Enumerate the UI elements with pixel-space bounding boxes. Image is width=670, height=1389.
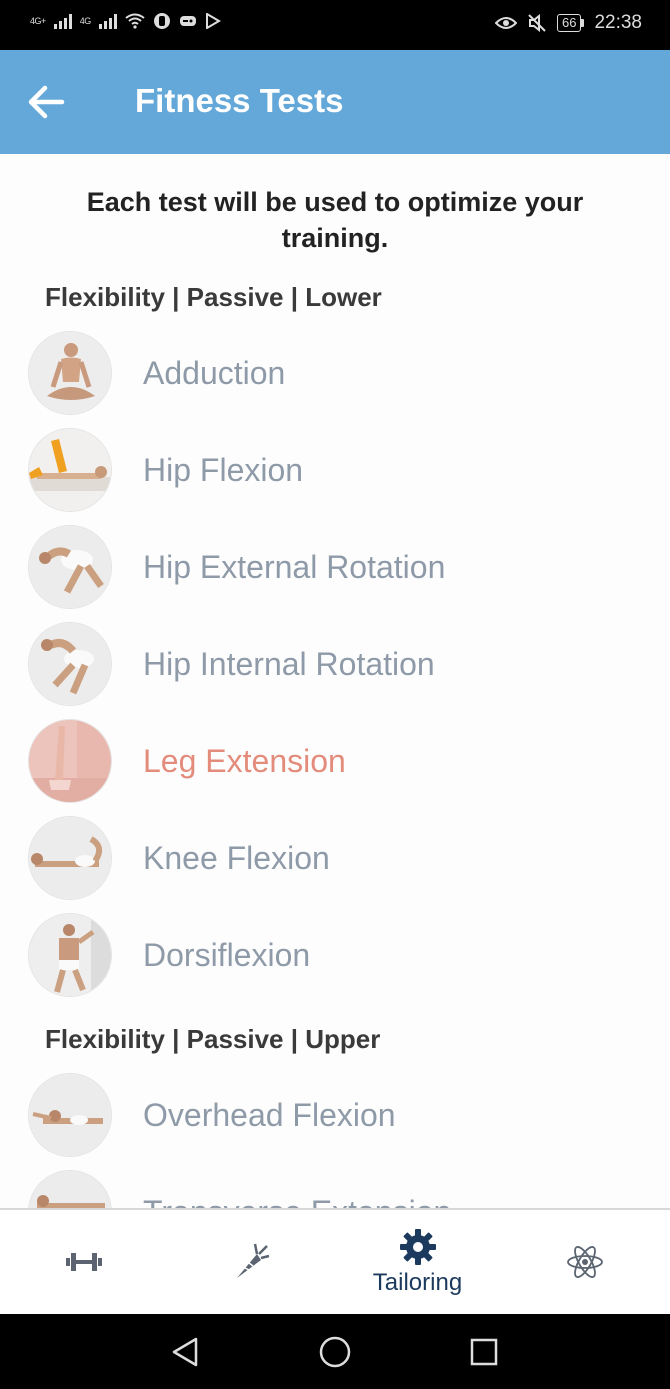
- mute-icon: [528, 14, 546, 32]
- exercise-thumbnail: [28, 913, 112, 997]
- square-recents-icon: [470, 1338, 498, 1366]
- bottom-navigation: Tailoring: [0, 1208, 670, 1314]
- network-type-2: 4G: [79, 16, 92, 26]
- test-label: Knee Flexion: [143, 839, 330, 876]
- wifi-icon: [125, 13, 145, 29]
- test-label: Leg Extension: [143, 742, 346, 779]
- page-title: Fitness Tests: [135, 82, 344, 119]
- signal-icon: [98, 13, 117, 29]
- test-label: Overhead Flexion: [143, 1096, 396, 1133]
- battery-icon: 66: [556, 14, 585, 32]
- section-title-upper: Flexibility | Passive | Upper: [45, 1024, 381, 1054]
- test-label: Dorsiflexion: [143, 936, 311, 973]
- play-store-icon: [205, 13, 221, 29]
- game-icon: [179, 16, 196, 26]
- test-label: Hip External Rotation: [143, 548, 446, 585]
- nav-label-tailoring: Tailoring: [372, 1269, 463, 1296]
- intro-text: Each test will be used to optimize your …: [86, 187, 584, 253]
- exercise-thumbnail: [28, 816, 112, 900]
- list-item-knee-flexion[interactable]: Knee Flexion: [28, 815, 648, 901]
- test-label: Transverse Extension: [143, 1194, 451, 1209]
- list-item-hip-internal-rotation[interactable]: Hip Internal Rotation: [28, 621, 648, 707]
- app-bar: Fitness Tests: [0, 50, 670, 154]
- exercise-thumbnail: [28, 1170, 112, 1208]
- list-item-hip-external-rotation[interactable]: Hip External Rotation: [28, 524, 648, 610]
- status-left: 4G+ 4G: [30, 12, 221, 30]
- exercise-thumbnail: [28, 719, 112, 803]
- nav-science[interactable]: [501, 1210, 668, 1314]
- exercise-thumbnail: [28, 331, 112, 415]
- eye-icon: [494, 17, 517, 29]
- list-item-hip-flexion[interactable]: Hip Flexion: [28, 427, 648, 513]
- nav-workouts[interactable]: [0, 1210, 167, 1314]
- circle-home-icon: [319, 1336, 351, 1368]
- section-title-lower: Flexibility | Passive | Lower: [45, 282, 382, 312]
- list-item-dorsiflexion[interactable]: Dorsiflexion: [28, 912, 648, 998]
- nav-tailoring[interactable]: Tailoring: [334, 1210, 501, 1314]
- exercise-thumbnail: [28, 428, 112, 512]
- exercise-thumbnail: [28, 525, 112, 609]
- dumbbell-icon: [65, 1253, 102, 1271]
- test-label: Hip Internal Rotation: [143, 645, 435, 682]
- status-right: 66 22:38: [494, 12, 642, 34]
- list-item-transverse-extension[interactable]: Transverse Extension: [28, 1169, 648, 1208]
- notification-icon: [153, 13, 170, 29]
- gear-icon: [399, 1229, 436, 1265]
- system-navigation-bar: [0, 1314, 670, 1389]
- network-type-1: 4G+: [30, 16, 46, 26]
- list-item-leg-extension[interactable]: Leg Extension: [28, 718, 648, 804]
- back-button[interactable]: [24, 80, 68, 124]
- exercise-thumbnail: [28, 622, 112, 706]
- list-item-overhead-flexion[interactable]: Overhead Flexion: [28, 1072, 648, 1158]
- battery-level: 66: [556, 14, 582, 32]
- system-recents-button[interactable]: [464, 1332, 504, 1372]
- arrow-left-icon: [28, 85, 65, 119]
- system-back-button[interactable]: [165, 1332, 205, 1372]
- clock: 22:38: [594, 12, 642, 33]
- nav-nutrition[interactable]: [167, 1210, 334, 1314]
- atom-icon: [566, 1246, 603, 1278]
- exercise-thumbnail: [28, 1073, 112, 1157]
- tests-list[interactable]: Each test will be used to optimize your …: [0, 154, 670, 1208]
- list-item-adduction[interactable]: Adduction: [28, 330, 648, 416]
- test-label: Adduction: [143, 354, 286, 391]
- carrot-icon: [236, 1243, 269, 1278]
- triangle-back-icon: [172, 1337, 198, 1367]
- test-label: Hip Flexion: [143, 451, 304, 488]
- signal-icon: [53, 13, 72, 29]
- status-bar: 4G+ 4G 66 22:38: [0, 0, 670, 50]
- system-home-button[interactable]: [315, 1332, 355, 1372]
